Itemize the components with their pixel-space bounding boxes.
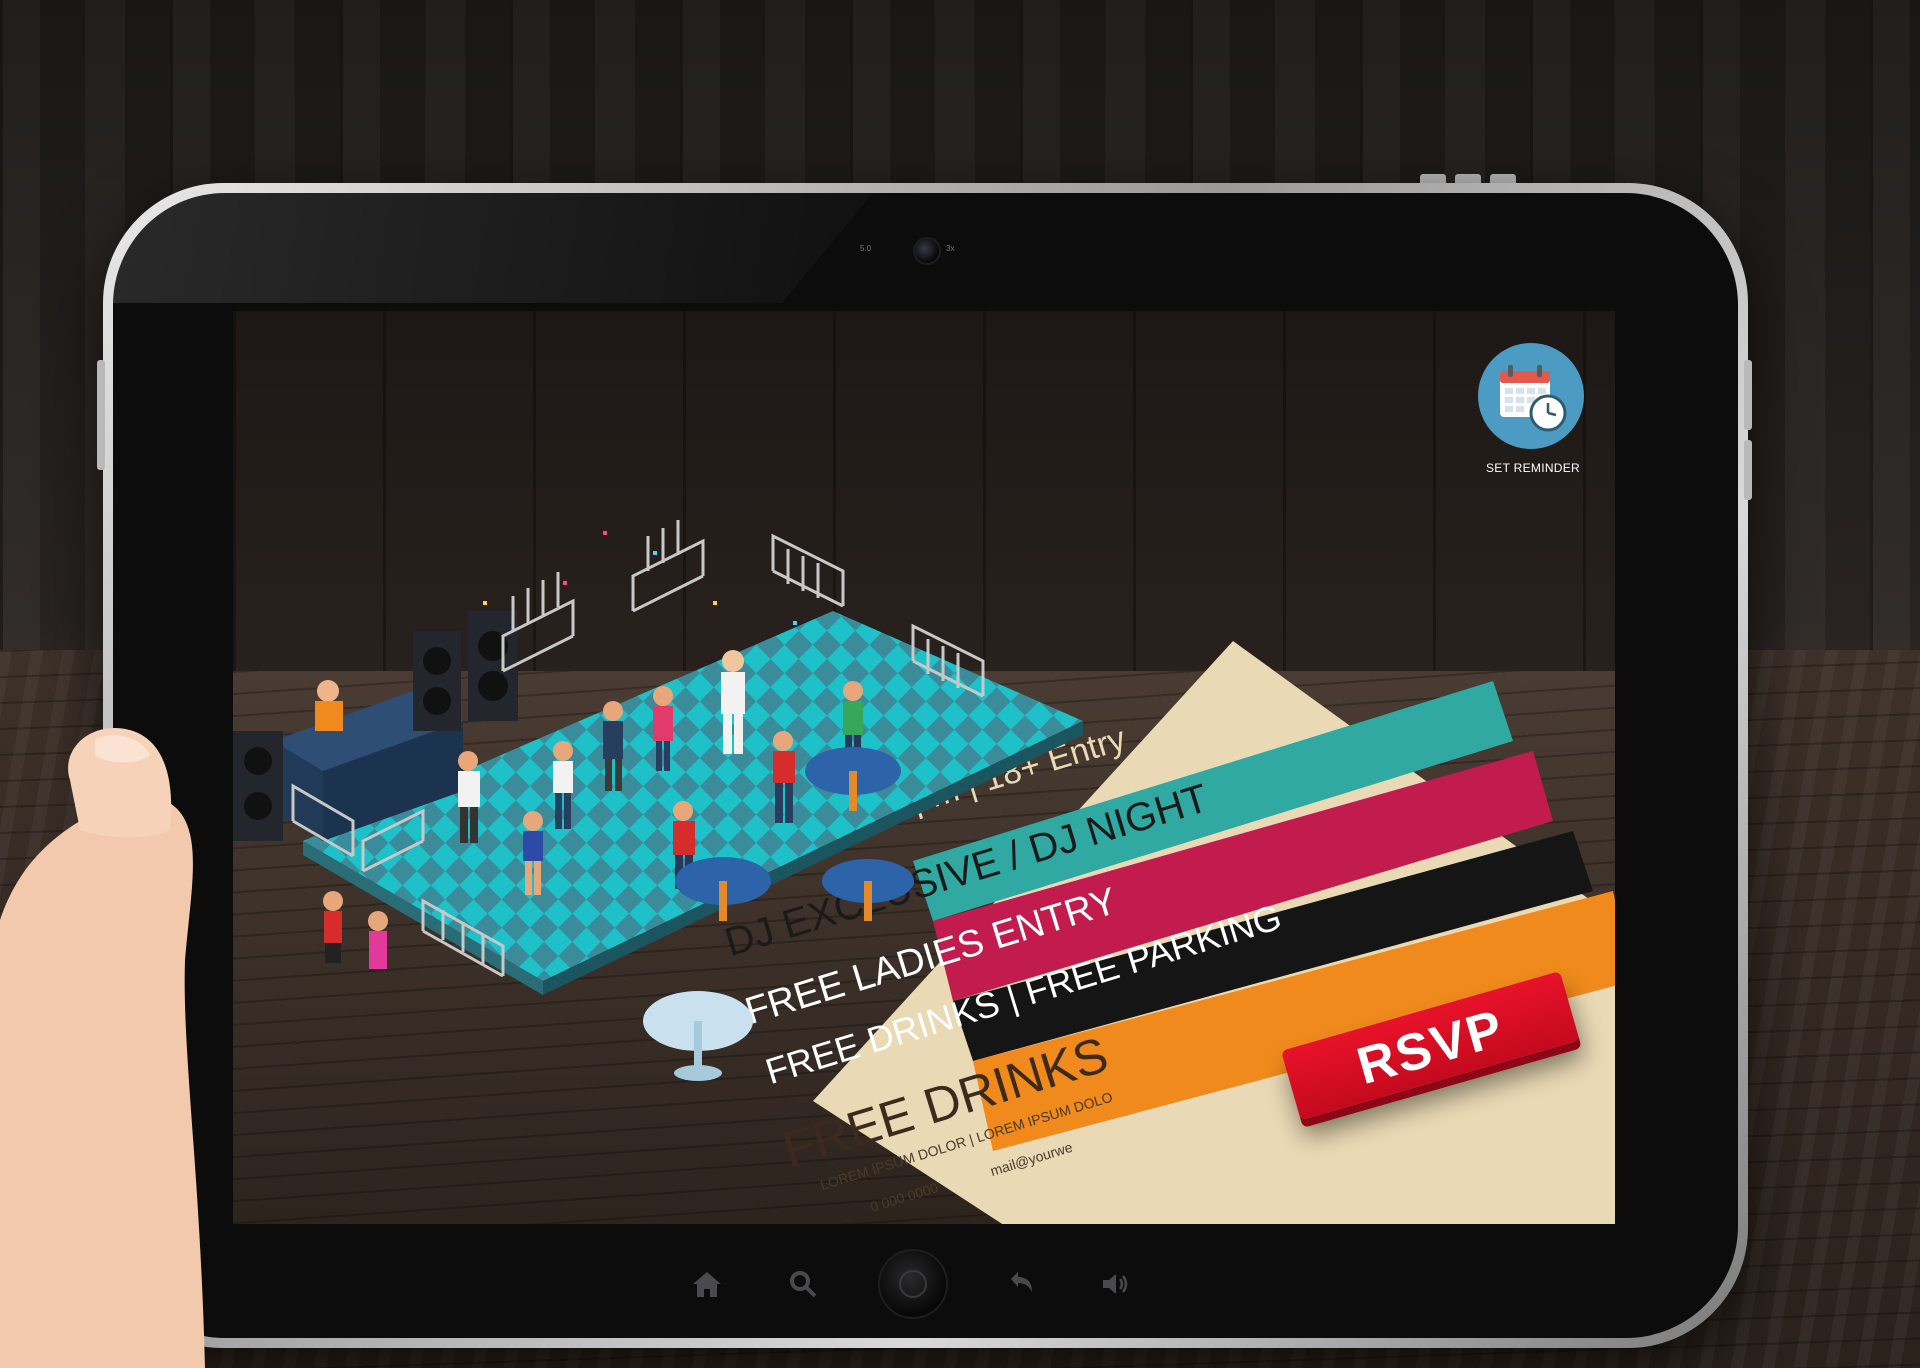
volume-icon[interactable] xyxy=(1098,1266,1134,1302)
bezel-glare xyxy=(113,193,873,303)
speaker-cone xyxy=(478,671,508,701)
speaker-cone xyxy=(423,687,451,715)
set-reminder-label: SET REMINDER xyxy=(1485,461,1581,475)
set-reminder-button[interactable] xyxy=(1478,343,1584,449)
tablet-side-button xyxy=(97,360,105,470)
search-icon[interactable] xyxy=(785,1266,821,1302)
speaker-icon xyxy=(413,631,461,731)
dance-floor-illustration xyxy=(233,520,1083,1081)
tablet-side-button xyxy=(1744,440,1752,500)
front-camera-icon xyxy=(913,237,941,265)
speaker-cone xyxy=(423,647,451,675)
camera-label-right: 3x xyxy=(946,244,955,253)
calendar-clock-icon xyxy=(1500,365,1567,432)
dancer-person-icon xyxy=(368,911,388,969)
dj-person-icon xyxy=(317,680,339,702)
speaker-cone xyxy=(244,747,272,775)
dj-shirt xyxy=(315,701,343,731)
dancer-person-icon xyxy=(323,891,343,963)
speaker-cone xyxy=(244,792,272,820)
home-button[interactable] xyxy=(878,1249,948,1319)
confetti xyxy=(483,531,797,625)
tablet-side-button xyxy=(1744,360,1752,430)
back-icon[interactable] xyxy=(1003,1266,1039,1302)
camera-label-left: 5.0 xyxy=(860,244,872,253)
home-icon[interactable] xyxy=(689,1266,725,1302)
tablet-screen: Sat 12 Sept | 5 pm | 18+ Entry DJ EXCLUS… xyxy=(233,311,1615,1224)
